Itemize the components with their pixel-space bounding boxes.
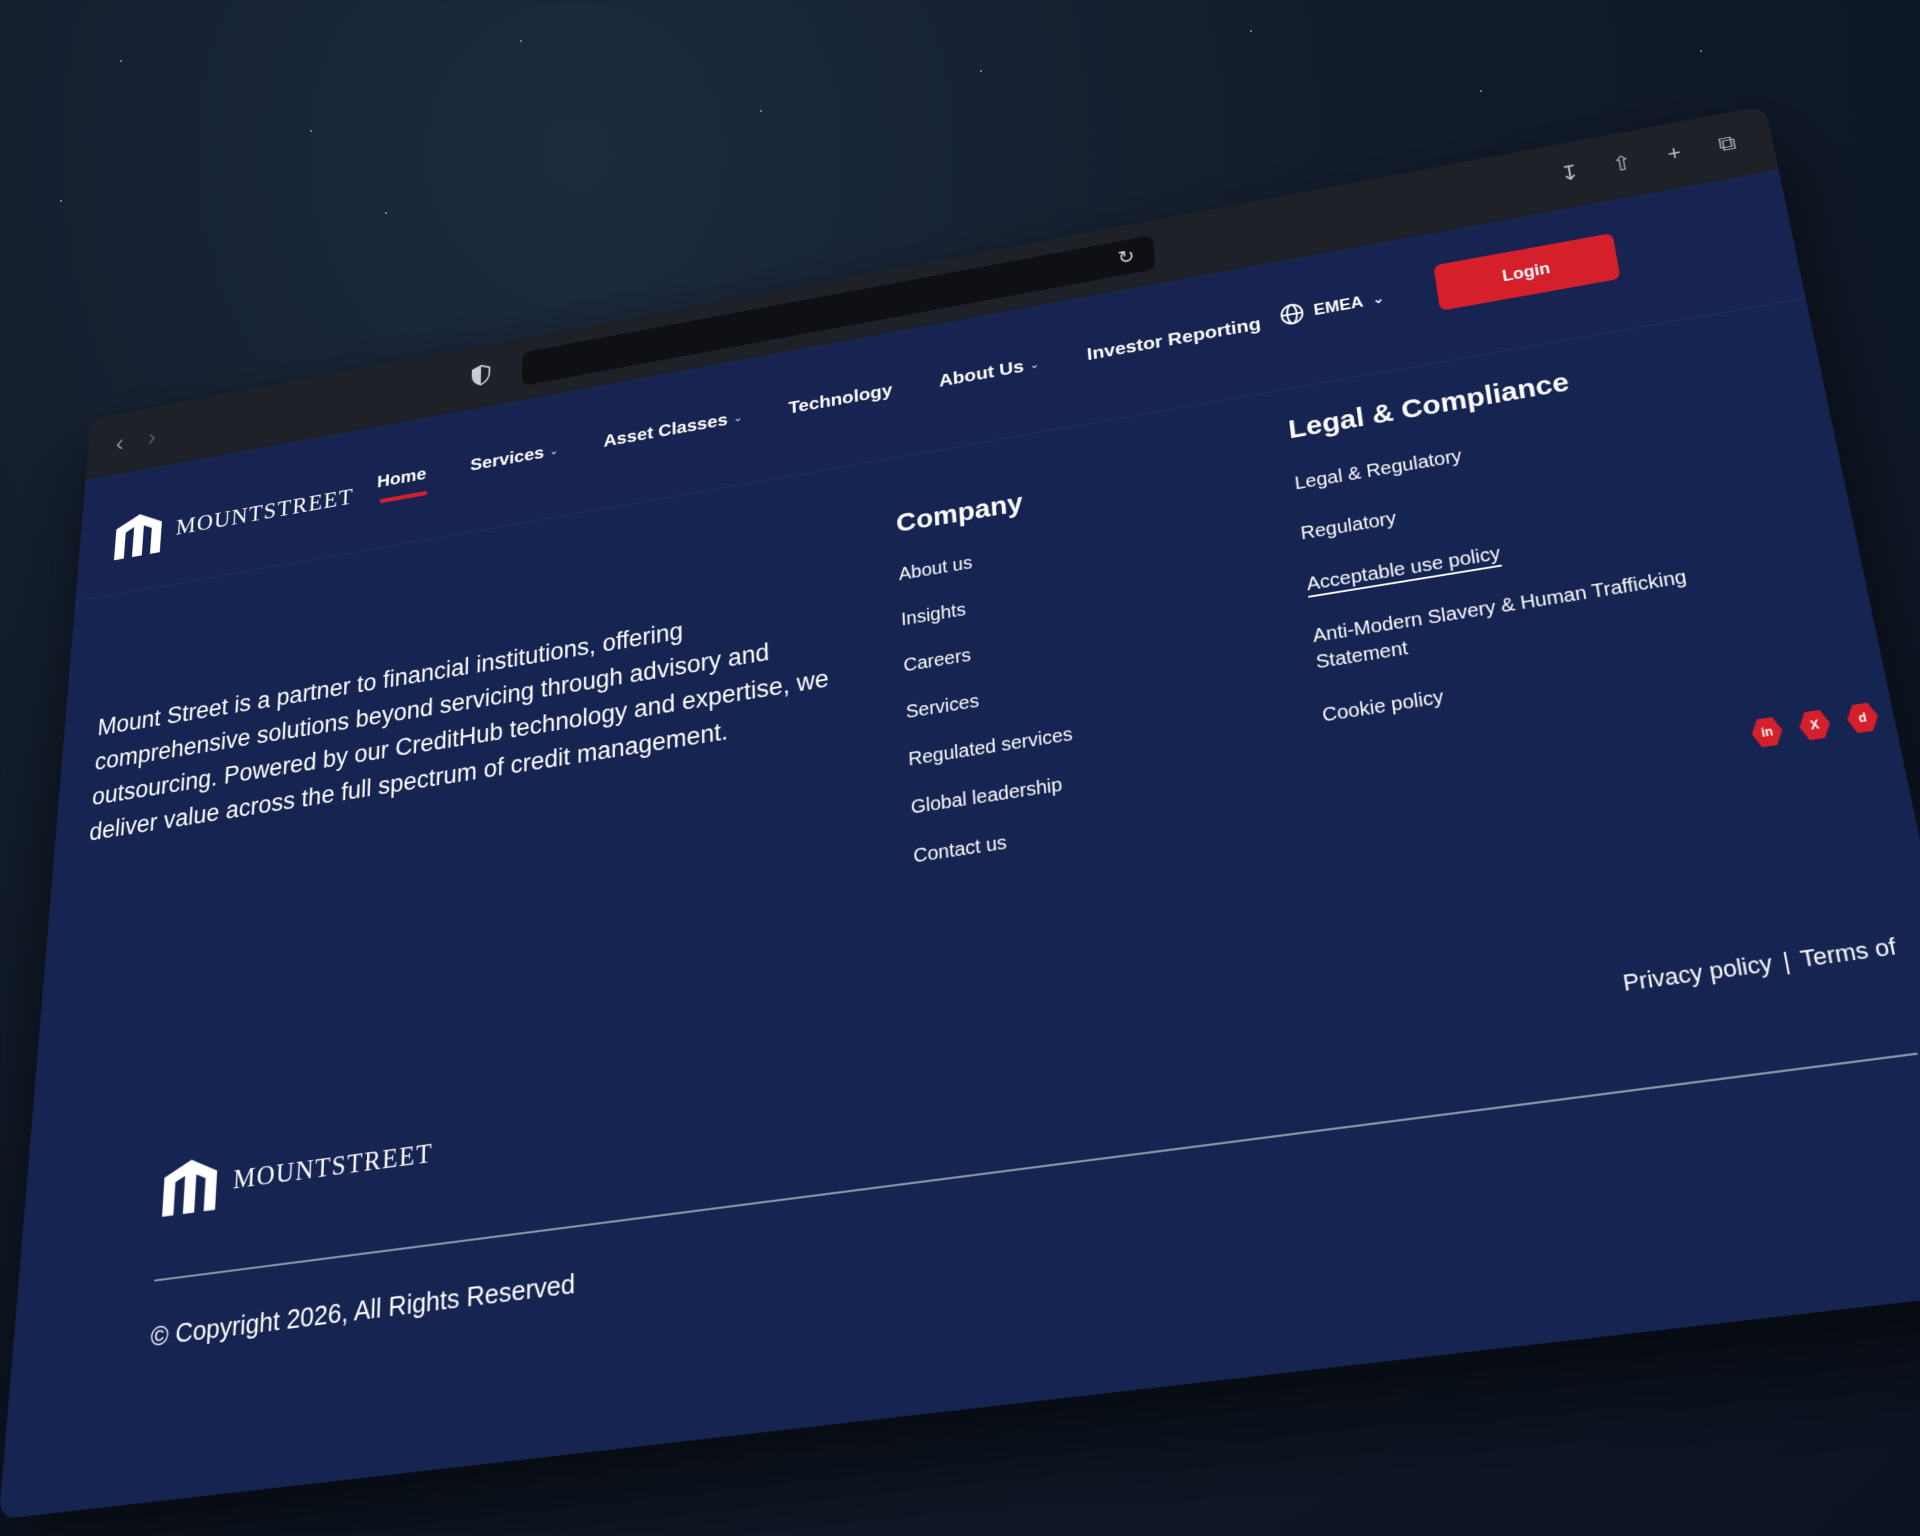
forward-button[interactable]: ›	[135, 419, 169, 456]
mountstreet-logo-icon	[111, 506, 167, 562]
globe-icon	[1278, 301, 1305, 327]
company-heading: Company	[895, 483, 1055, 539]
footer-link-contact-us[interactable]: Contact us	[913, 821, 1081, 868]
nav-services[interactable]: Services ⌄	[470, 440, 559, 475]
nav-investor-reporting[interactable]: Investor Reporting	[1086, 314, 1262, 365]
shield-icon[interactable]	[472, 363, 491, 387]
nav-asset-classes-label: Asset Classes	[604, 410, 728, 452]
nav-home-label: Home	[377, 464, 427, 492]
footer-company-column: Company About us Insights Careers Servic…	[895, 483, 1083, 896]
footer-tagline: Mount Street is a partner to financial i…	[88, 589, 831, 850]
tabs-overview-icon[interactable]: ⧉	[1710, 129, 1744, 159]
link-separator: |	[1781, 947, 1793, 976]
chevron-left-icon: ‹	[115, 430, 125, 458]
logo-text: MOUNTSTREET	[175, 483, 354, 540]
nav-technology[interactable]: Technology	[788, 380, 893, 418]
copyright-text: © Copyright 2026, All Rights Reserved	[150, 1267, 576, 1353]
nav-services-label: Services	[470, 443, 544, 476]
footer-legal-column: Legal & Compliance Legal & Regulatory Re…	[1287, 344, 1766, 756]
footer-link-regulated-services[interactable]: Regulated services	[908, 724, 1074, 771]
linkedin-icon[interactable]: in	[1749, 716, 1785, 748]
nav-technology-label: Technology	[788, 380, 893, 418]
chevron-down-icon: ⌄	[1372, 290, 1385, 306]
footer-link-about-us[interactable]: About us	[898, 539, 1058, 586]
back-button[interactable]: ‹	[103, 425, 137, 462]
footer-logo-text: MOUNTSTREET	[232, 1137, 433, 1195]
download-icon[interactable]: ↧	[1553, 158, 1586, 188]
footer-link-careers[interactable]: Careers	[903, 630, 1066, 677]
footer-bottom-links: Privacy policy | Terms of	[1621, 933, 1899, 998]
chevron-down-icon: ⌄	[1029, 357, 1040, 372]
chevron-down-icon: ⌄	[549, 444, 558, 459]
login-button[interactable]: Login	[1433, 233, 1620, 311]
footer-link-insights[interactable]: Insights	[901, 584, 1063, 631]
nav-asset-classes[interactable]: Asset Classes ⌄	[604, 407, 743, 452]
x-icon[interactable]: X	[1797, 709, 1833, 741]
footer-link-services[interactable]: Services	[905, 677, 1069, 724]
region-label: EMEA	[1313, 293, 1365, 319]
chevron-down-icon: ⌄	[733, 411, 743, 426]
nav-about-us-label: About Us	[938, 357, 1024, 392]
new-tab-icon[interactable]: +	[1657, 139, 1691, 169]
reload-icon[interactable]: ↻	[1117, 246, 1139, 268]
nav-home[interactable]: Home	[377, 464, 427, 492]
terms-link[interactable]: Terms of	[1798, 933, 1898, 974]
tiktok-icon[interactable]: d	[1844, 702, 1880, 735]
header-logo[interactable]: MOUNTSTREET	[111, 472, 355, 562]
chevron-right-icon: ›	[147, 424, 157, 452]
region-selector[interactable]: EMEA ⌄	[1278, 287, 1385, 328]
browser-window: ‹ › ↻ ↧ ⇧ + ⧉ MOUNTSTREET Home Services ⌄	[0, 106, 1920, 1520]
nav-investor-reporting-label: Investor Reporting	[1086, 314, 1262, 365]
share-icon[interactable]: ⇧	[1605, 149, 1639, 179]
nav-about-us[interactable]: About Us ⌄	[938, 354, 1040, 392]
footer-link-global-leadership[interactable]: Global leadership	[910, 772, 1077, 819]
privacy-policy-link[interactable]: Privacy policy	[1621, 950, 1775, 998]
social-links: in X d	[1749, 702, 1880, 749]
footer-logo[interactable]: MOUNTSTREET	[158, 1121, 434, 1220]
mountstreet-logo-icon	[158, 1150, 222, 1220]
